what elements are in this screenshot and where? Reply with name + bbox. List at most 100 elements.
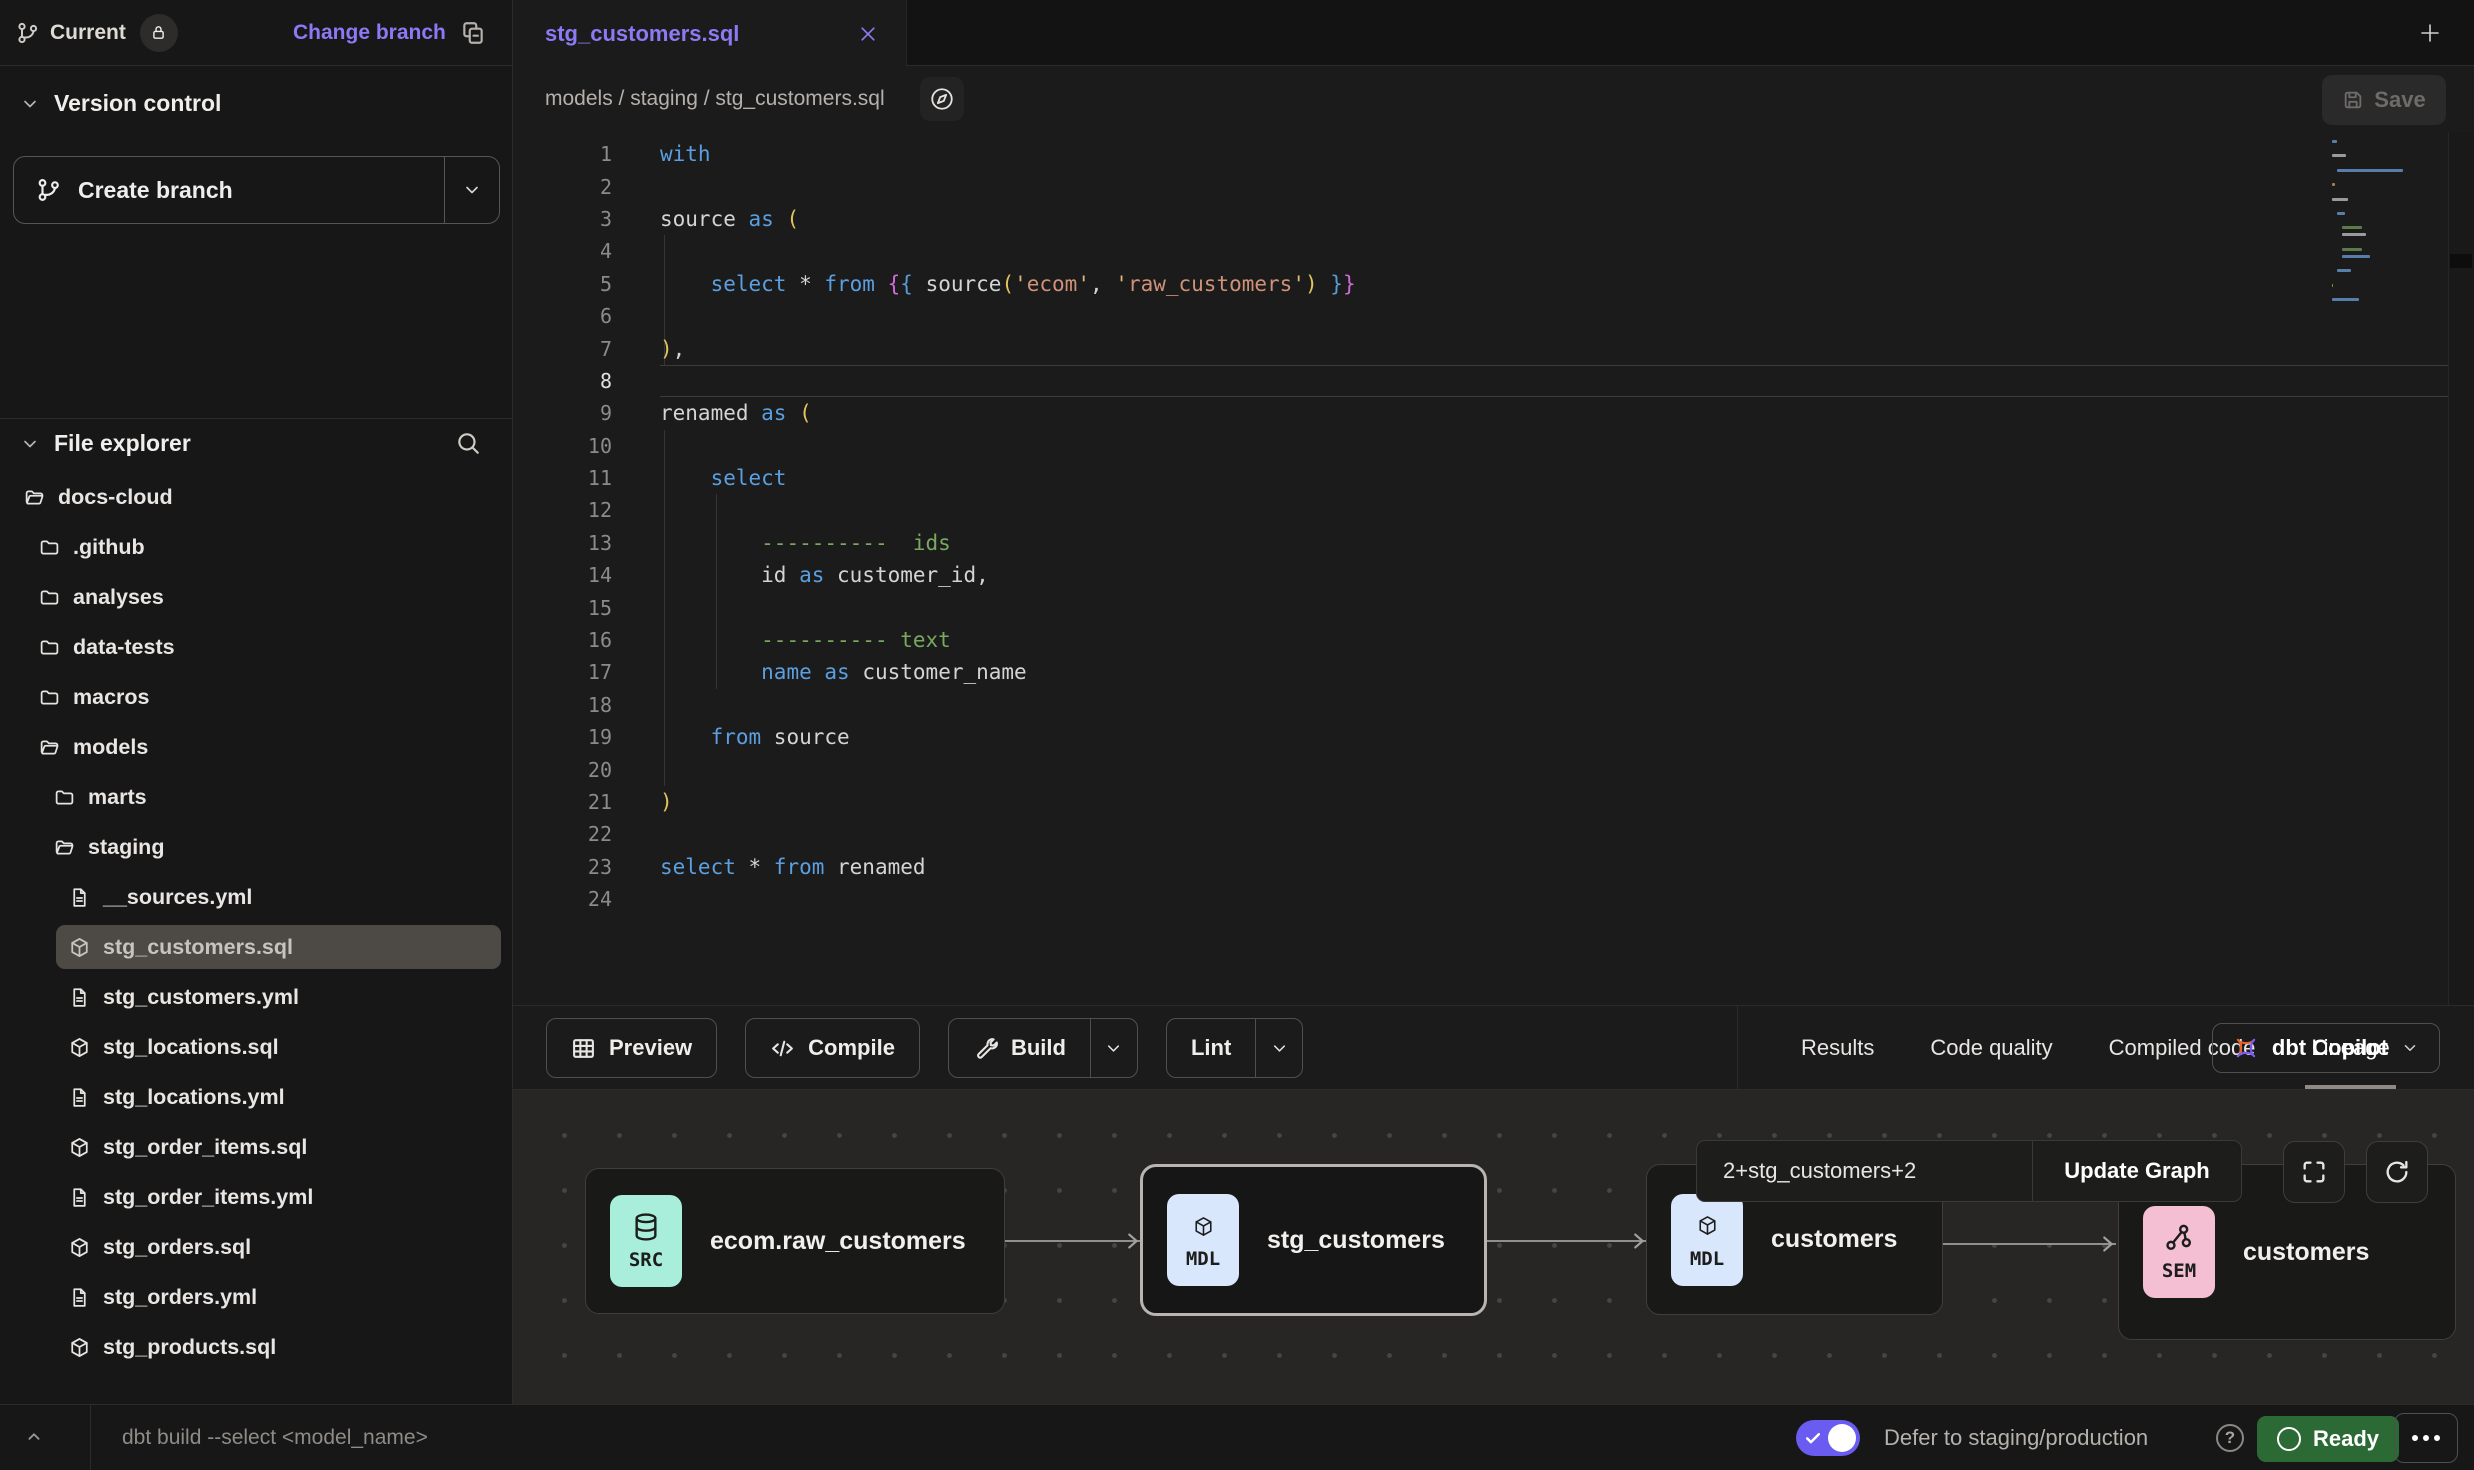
create-branch-dropdown[interactable] bbox=[445, 157, 499, 223]
lint-label: Lint bbox=[1191, 1035, 1231, 1061]
tab-stg-customers-sql[interactable]: stg_customers.sql bbox=[513, 0, 907, 67]
lint-button[interactable]: Lint bbox=[1166, 1018, 1303, 1078]
tree-item-stg-order-items-yml[interactable]: stg_order_items.yml bbox=[0, 1172, 513, 1222]
tree-item-models[interactable]: models bbox=[0, 722, 513, 772]
code-line-9[interactable]: 9renamed as ( bbox=[513, 397, 2448, 429]
build-button[interactable]: Build bbox=[948, 1018, 1138, 1078]
code-editor[interactable]: 1with23source as (45 select * from {{ so… bbox=[513, 132, 2474, 1005]
folder-icon bbox=[39, 537, 60, 558]
tree-item--sources-yml[interactable]: __sources.yml bbox=[0, 872, 513, 922]
tab-title: stg_customers.sql bbox=[545, 21, 739, 47]
code-line-19[interactable]: 19 from source bbox=[513, 721, 2448, 753]
tree-item-stg-customers-sql[interactable]: stg_customers.sql bbox=[0, 922, 513, 972]
save-icon bbox=[2342, 89, 2364, 111]
file-explorer-header[interactable]: File explorer bbox=[20, 430, 493, 457]
code-line-10[interactable]: 10 bbox=[513, 430, 2448, 462]
code-line-3[interactable]: 3source as ( bbox=[513, 203, 2448, 235]
tree-item-stg-locations-sql[interactable]: stg_locations.sql bbox=[0, 1022, 513, 1072]
code-line-13[interactable]: 13 ---------- ids bbox=[513, 527, 2448, 559]
save-button[interactable]: Save bbox=[2322, 75, 2446, 125]
code-line-16[interactable]: 16 ---------- text bbox=[513, 624, 2448, 656]
tree-item-marts[interactable]: marts bbox=[0, 772, 513, 822]
code-line-14[interactable]: 14 id as customer_id, bbox=[513, 559, 2448, 591]
tree-item-analyses[interactable]: analyses bbox=[0, 572, 513, 622]
build-button-main[interactable]: Build bbox=[949, 1019, 1090, 1077]
cube-icon bbox=[69, 1337, 90, 1358]
fullscreen-button[interactable] bbox=[2283, 1141, 2345, 1203]
code-line-7[interactable]: 7), bbox=[513, 332, 2448, 364]
more-options-button[interactable] bbox=[2394, 1413, 2458, 1463]
dbt-copilot-label: dbt Copilot bbox=[2272, 1035, 2388, 1061]
compile-button-main[interactable]: Compile bbox=[746, 1019, 919, 1077]
tree-item-staging[interactable]: staging bbox=[0, 822, 513, 872]
command-input[interactable]: dbt build --select <model_name> bbox=[122, 1426, 428, 1450]
update-graph-button[interactable]: Update Graph bbox=[2033, 1141, 2241, 1201]
code-line-6[interactable]: 6 bbox=[513, 300, 2448, 332]
lineage-edge bbox=[1005, 1240, 1141, 1242]
panel-tab-results[interactable]: Results bbox=[1801, 1006, 1874, 1090]
copy-icon[interactable] bbox=[460, 20, 486, 46]
code-line-4[interactable]: 4 bbox=[513, 235, 2448, 267]
code-line-21[interactable]: 21) bbox=[513, 786, 2448, 818]
close-icon[interactable] bbox=[858, 24, 878, 44]
code-line-20[interactable]: 20 bbox=[513, 753, 2448, 785]
create-branch-main[interactable]: Create branch bbox=[14, 157, 444, 223]
version-control-header[interactable]: Version control bbox=[20, 90, 221, 117]
line-number: 10 bbox=[513, 434, 612, 458]
code-line-17[interactable]: 17 name as customer_name bbox=[513, 656, 2448, 688]
tree-item-label: stg_orders.sql bbox=[103, 1235, 251, 1260]
tree-item--github[interactable]: .github bbox=[0, 522, 513, 572]
preview-button[interactable]: Preview bbox=[546, 1018, 717, 1078]
editor-scrollbar[interactable] bbox=[2448, 132, 2474, 1005]
code-line-12[interactable]: 12 bbox=[513, 494, 2448, 526]
scrollbar-thumb[interactable] bbox=[2450, 254, 2472, 268]
ide-navigate-button[interactable] bbox=[920, 77, 964, 121]
defer-toggle[interactable] bbox=[1796, 1420, 1860, 1456]
code-line-18[interactable]: 18 bbox=[513, 689, 2448, 721]
new-tab-plus-icon[interactable] bbox=[2418, 21, 2442, 45]
panel-tab-code-quality[interactable]: Code quality bbox=[1930, 1006, 2052, 1090]
tree-item-stg-orders-sql[interactable]: stg_orders.sql bbox=[0, 1222, 513, 1272]
tree-item-stg-locations-yml[interactable]: stg_locations.yml bbox=[0, 1072, 513, 1122]
line-number: 12 bbox=[513, 498, 612, 522]
lineage-node-ecom-raw-customers[interactable]: SRCecom.raw_customers bbox=[585, 1168, 1005, 1314]
code-line-8[interactable]: 8 bbox=[513, 365, 2448, 397]
bottom-toolbar: Preview Compile Build Lint Results Code qual… bbox=[513, 1005, 2474, 1089]
compile-button[interactable]: Compile bbox=[745, 1018, 920, 1078]
chevron-down-icon bbox=[1101, 1036, 1126, 1061]
tree-item-stg-products-sql[interactable]: stg_products.sql bbox=[0, 1322, 513, 1372]
code-line-23[interactable]: 23select * from renamed bbox=[513, 851, 2448, 883]
tree-item-macros[interactable]: macros bbox=[0, 672, 513, 722]
code-line-5[interactable]: 5 select * from {{ source('ecom', 'raw_c… bbox=[513, 268, 2448, 300]
create-branch-button[interactable]: Create branch bbox=[13, 156, 500, 224]
lint-button-main[interactable]: Lint bbox=[1167, 1019, 1255, 1077]
build-dropdown[interactable] bbox=[1091, 1019, 1137, 1077]
code-line-2[interactable]: 2 bbox=[513, 170, 2448, 202]
tree-item-stg-customers-yml[interactable]: stg_customers.yml bbox=[0, 972, 513, 1022]
tree-item-docs-cloud[interactable]: docs-cloud bbox=[0, 472, 513, 522]
help-icon[interactable]: ? bbox=[2216, 1424, 2244, 1452]
lineage-node-stg-customers[interactable]: MDLstg_customers bbox=[1140, 1164, 1487, 1316]
search-icon[interactable] bbox=[455, 430, 481, 456]
lint-dropdown[interactable] bbox=[1256, 1019, 1302, 1077]
preview-button-main[interactable]: Preview bbox=[547, 1019, 716, 1077]
code-line-15[interactable]: 15 bbox=[513, 591, 2448, 623]
code-line-1[interactable]: 1with bbox=[513, 138, 2448, 170]
code-line-22[interactable]: 22 bbox=[513, 818, 2448, 850]
code-lines[interactable]: 1with23source as (45 select * from {{ so… bbox=[513, 138, 2448, 915]
tree-item-data-tests[interactable]: data-tests bbox=[0, 622, 513, 672]
lineage-selector-input[interactable]: 2+stg_customers+2 bbox=[1697, 1141, 2032, 1201]
tree-item-stg-order-items-sql[interactable]: stg_order_items.sql bbox=[0, 1122, 513, 1172]
minimap[interactable] bbox=[2332, 140, 2444, 313]
lineage-panel[interactable]: SRCecom.raw_customersMDLstg_customersMDL… bbox=[513, 1089, 2474, 1404]
tree-item-stg-orders-yml[interactable]: stg_orders.yml bbox=[0, 1272, 513, 1322]
chevron-up-icon[interactable] bbox=[22, 1425, 46, 1449]
code-line-11[interactable]: 11 select bbox=[513, 462, 2448, 494]
code-line-24[interactable]: 24 bbox=[513, 883, 2448, 915]
minimap-line bbox=[2332, 154, 2346, 157]
dbt-copilot-button[interactable]: dbt Copilot bbox=[2212, 1023, 2440, 1073]
refresh-button[interactable] bbox=[2366, 1141, 2428, 1203]
change-branch-link[interactable]: Change branch bbox=[293, 21, 446, 45]
ready-status-button[interactable]: Ready bbox=[2257, 1416, 2399, 1462]
file-tree: docs-cloud.githubanalysesdata-testsmacro… bbox=[0, 472, 513, 1372]
